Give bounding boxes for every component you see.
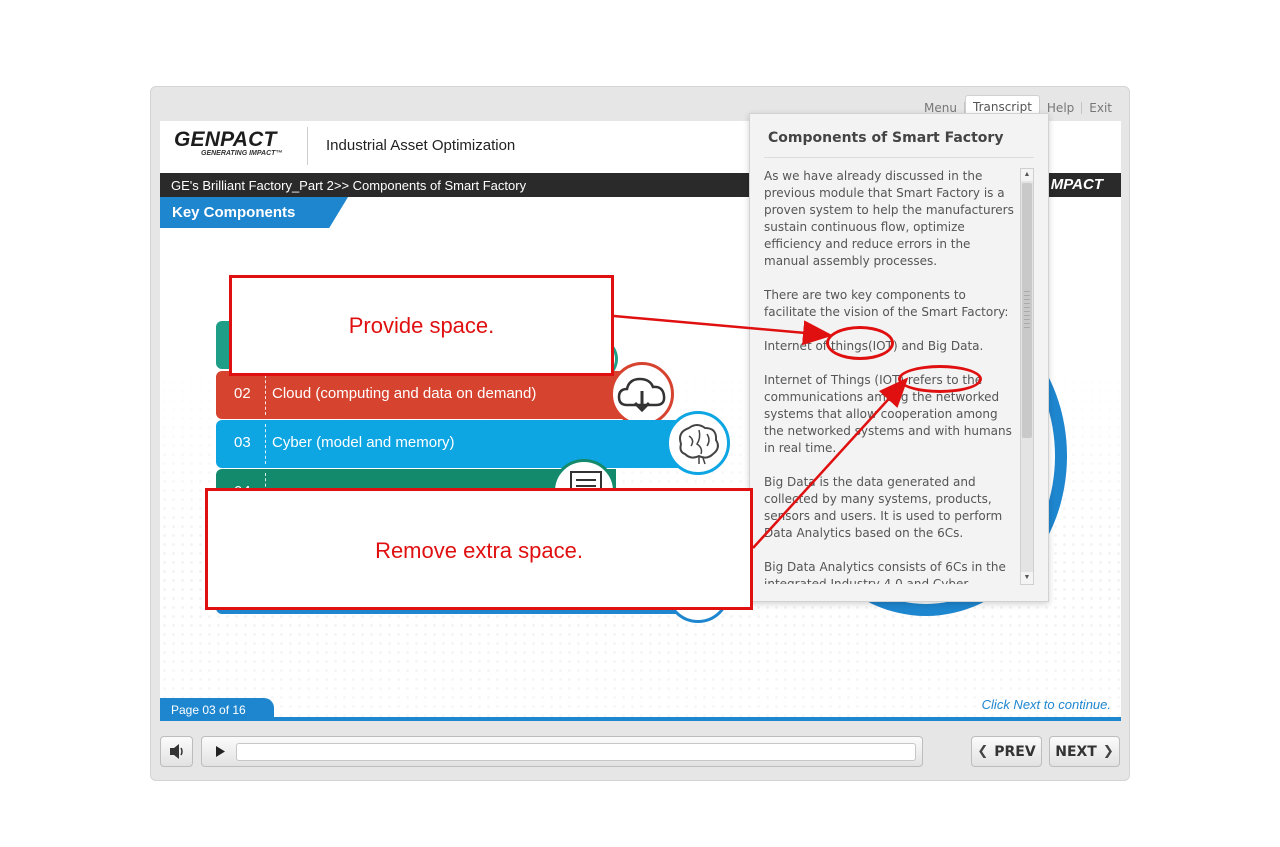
annotation-arrow [752, 377, 909, 549]
annotation-arrow [613, 314, 833, 346]
annotation-arrows [613, 314, 909, 549]
